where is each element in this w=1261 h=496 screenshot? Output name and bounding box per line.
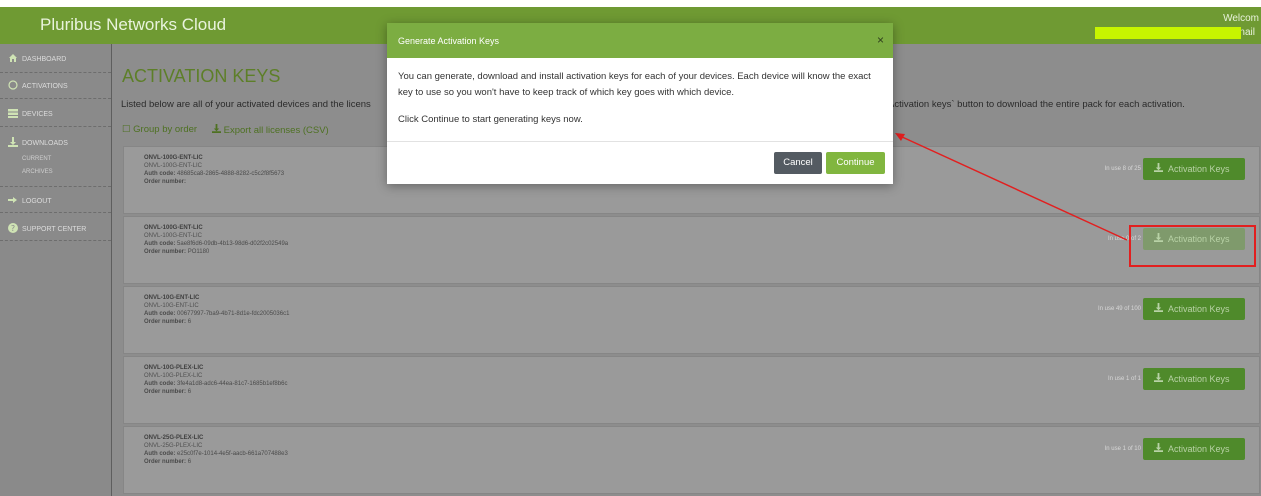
modal-divider [387, 141, 893, 142]
modal-body: You can generate, download and install a… [398, 69, 883, 128]
generate-keys-modal: Generate Activation Keys × You can gener… [387, 23, 893, 184]
modal-header: Generate Activation Keys × [387, 23, 893, 58]
cancel-button[interactable]: Cancel [774, 152, 822, 174]
continue-button[interactable]: Continue [826, 152, 885, 174]
modal-title: Generate Activation Keys [398, 36, 500, 46]
modal-instruction: Click Continue to start generating keys … [398, 114, 583, 125]
modal-description: You can generate, download and install a… [398, 71, 871, 98]
close-icon[interactable]: × [877, 33, 884, 47]
